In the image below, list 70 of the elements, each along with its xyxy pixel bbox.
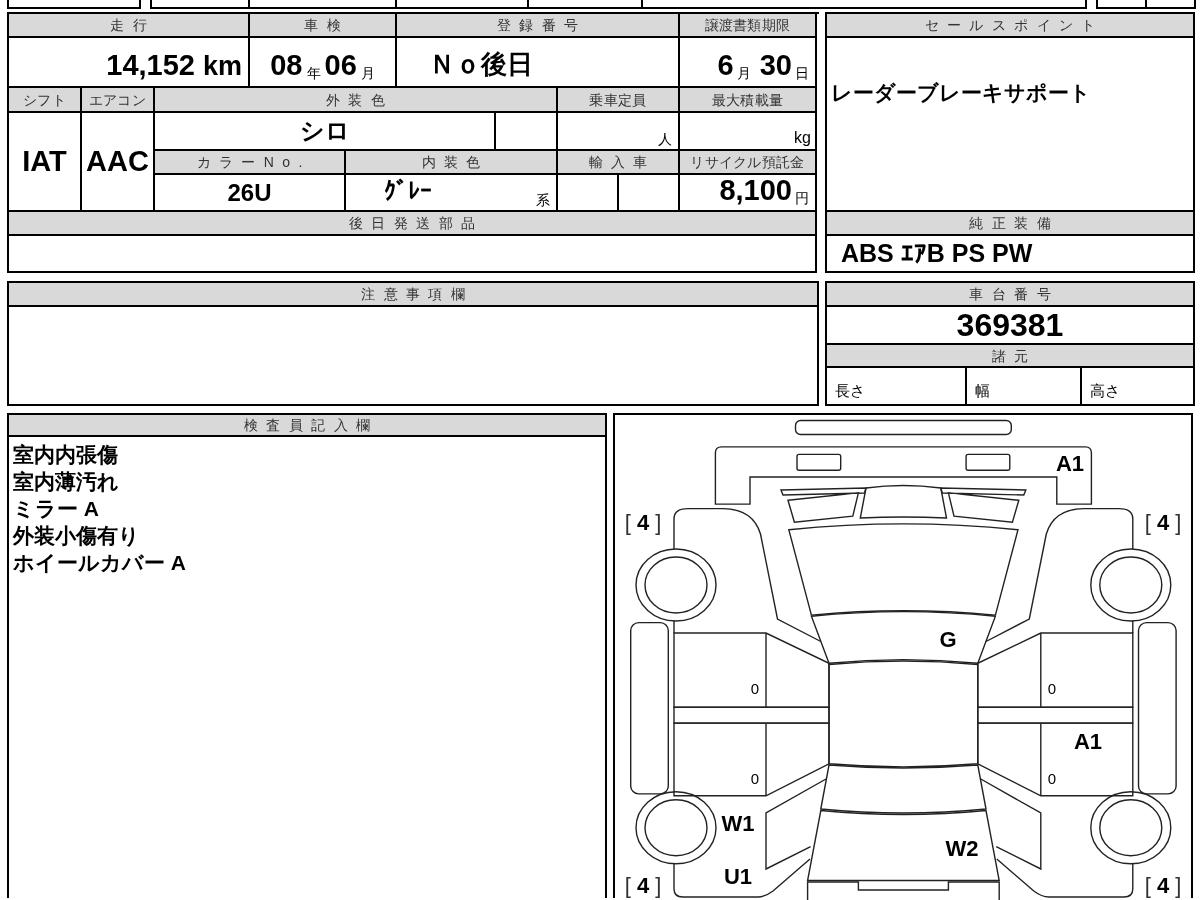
tire-tread-code: [ 4 ] bbox=[624, 875, 662, 897]
damage-code: A1 bbox=[1073, 731, 1103, 753]
color-number-value: 26U bbox=[227, 180, 272, 205]
column-header: 車台番号 bbox=[827, 283, 1195, 307]
column-header: 車検 bbox=[250, 14, 397, 38]
unit-label: 年 bbox=[306, 66, 321, 80]
column-header: 純正装備 bbox=[827, 212, 1195, 236]
column-header: 最大積載量 bbox=[680, 88, 817, 113]
remark-line: 外装小傷有り bbox=[13, 523, 140, 549]
spec-label: 長さ bbox=[835, 382, 865, 398]
column-header: 譲渡書類期限 bbox=[680, 14, 817, 38]
chassis-number-value: 369381 bbox=[956, 309, 1064, 341]
deadline-day: 30 bbox=[759, 51, 792, 80]
damage-code: A1 bbox=[1055, 453, 1085, 475]
column-header: 走行 bbox=[9, 14, 250, 38]
damage-code: W1 bbox=[721, 813, 755, 835]
remark-line: 室内内張傷 bbox=[13, 442, 118, 468]
sales-point-text: レーダーブレーキサポート bbox=[831, 81, 1091, 103]
column-header: 輸入車 bbox=[558, 151, 680, 175]
door-code: 0 bbox=[750, 680, 760, 696]
door-code: 0 bbox=[1047, 770, 1057, 786]
column-header: 検査員記入欄 bbox=[9, 415, 605, 437]
column-header: エアコン bbox=[82, 88, 155, 113]
column-header: 注意事項欄 bbox=[9, 283, 819, 307]
column-header: 諸元 bbox=[827, 345, 1195, 368]
unit-label: 人 bbox=[658, 132, 672, 146]
remark-line: ホイールカバー A bbox=[13, 550, 186, 576]
door-code: 0 bbox=[1047, 680, 1057, 696]
spec-label: 幅 bbox=[975, 382, 990, 398]
damage-code: U1 bbox=[723, 866, 753, 888]
shift-value: IAT bbox=[22, 147, 67, 176]
column-header: シフト bbox=[9, 88, 82, 113]
column-header: リサイクル預託金 bbox=[680, 151, 817, 175]
column-header: 外装色 bbox=[155, 88, 558, 113]
lamp-outline bbox=[965, 453, 1011, 471]
door-code: 0 bbox=[750, 770, 760, 786]
remark-line: ミラー A bbox=[13, 496, 99, 522]
unit-label: 円 bbox=[795, 191, 809, 205]
unit-label: 月 bbox=[736, 66, 751, 80]
cut-off-cell bbox=[1098, 0, 1147, 9]
column-header: セールスポイント bbox=[827, 14, 1195, 38]
damage-code: G bbox=[939, 629, 957, 651]
column-header: 後日発送部品 bbox=[9, 212, 817, 236]
unit-label: 日 bbox=[795, 66, 809, 80]
cut-off-cell bbox=[1147, 0, 1196, 9]
air-conditioner-value: AAC bbox=[86, 147, 149, 176]
lamp-outline bbox=[796, 453, 842, 471]
damage-code: W2 bbox=[945, 838, 979, 860]
tire-tread-code: [ 4 ] bbox=[624, 512, 662, 534]
spec-label: 高さ bbox=[1090, 382, 1120, 398]
recycling-fee-value: 8,100 bbox=[719, 176, 792, 205]
remark-line: 室内薄汚れ bbox=[13, 469, 119, 495]
equipment-list: ABS ｴｱB PS PW bbox=[841, 241, 1033, 266]
tire-tread-code: [ 4 ] bbox=[1144, 512, 1182, 534]
column-header: カラーNo. bbox=[155, 151, 346, 175]
inspection-year: 08 bbox=[270, 51, 303, 80]
inspection-month: 06 bbox=[324, 51, 357, 80]
column-header: 乗車定員 bbox=[558, 88, 680, 113]
unit-label: 月 bbox=[360, 66, 375, 80]
unit-label: km bbox=[202, 53, 242, 80]
exterior-color-value: シロ bbox=[299, 119, 350, 143]
column-header: 登録番号 bbox=[397, 14, 680, 38]
unit-label: kg bbox=[794, 130, 811, 146]
mileage-value: 14,152 bbox=[106, 51, 195, 80]
interior-color-value: ｸﾞﾚｰ bbox=[384, 179, 432, 203]
unit-label: 系 bbox=[536, 193, 550, 207]
column-header: 内装色 bbox=[346, 151, 558, 175]
deadline-month: 6 bbox=[717, 51, 734, 80]
tire-tread-code: [ 4 ] bbox=[1144, 875, 1182, 897]
registration-number: Ｎｏ後日 bbox=[429, 51, 533, 77]
